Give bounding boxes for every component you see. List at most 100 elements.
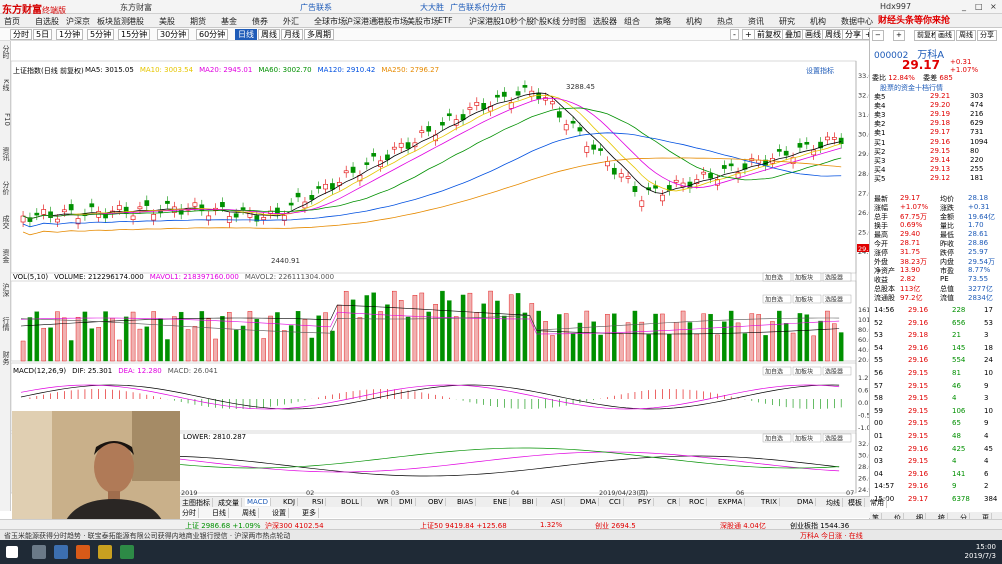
indicator-tab-12[interactable]: ASI: [549, 498, 566, 506]
quote-toolbar-0[interactable]: −: [872, 30, 884, 41]
menu-item-7[interactable]: 基金: [221, 16, 237, 27]
indicator-tab-7[interactable]: DMI: [397, 498, 416, 506]
menu-item-6[interactable]: 期货: [190, 16, 206, 27]
menu-item-13[interactable]: 美股市场: [407, 16, 439, 27]
menu-item-22[interactable]: 机构: [686, 16, 702, 27]
toolbar-right-3[interactable]: 叠加: [782, 29, 804, 40]
menu-item-1[interactable]: 自选股: [35, 16, 59, 27]
left-tab-3[interactable]: 资讯: [0, 147, 11, 161]
menu-item-3[interactable]: 板块监测: [97, 16, 129, 27]
menu-item-12[interactable]: 港股市场: [376, 16, 408, 27]
menu-item-25[interactable]: 研究: [779, 16, 795, 27]
taskbar-clock[interactable]: 15:00 2019/7/3: [965, 543, 996, 561]
left-tab-2[interactable]: F10: [0, 113, 11, 126]
period-tab-9[interactable]: 月线: [281, 29, 303, 40]
indicator-tab-13[interactable]: DMA: [578, 498, 600, 506]
period-tab-3[interactable]: 5分钟: [87, 29, 115, 40]
indicator-tab-18[interactable]: EXPMA: [716, 498, 746, 506]
close-icon[interactable]: ×: [990, 2, 997, 11]
sub-tab-2[interactable]: 周线: [240, 508, 259, 518]
browser-icon[interactable]: [120, 545, 134, 559]
index-item-3[interactable]: 1.32%: [540, 521, 562, 529]
maximize-icon[interactable]: □: [975, 2, 983, 11]
title-menu-2[interactable]: 大大胜: [420, 2, 444, 13]
left-tab-9[interactable]: 财务: [0, 351, 11, 365]
menu-item-8[interactable]: 债券: [252, 16, 268, 27]
period-tab-5[interactable]: 30分钟: [157, 29, 190, 40]
indicator-tab-23[interactable]: 常用: [868, 498, 887, 508]
indicator-settings-link[interactable]: 设置指标: [806, 66, 834, 76]
period-tab-10[interactable]: 多周期: [304, 29, 334, 40]
menu-item-19[interactable]: 选股器: [593, 16, 617, 27]
menu-item-9[interactable]: 外汇: [283, 16, 299, 27]
period-tab-6[interactable]: 60分钟: [196, 29, 229, 40]
menu-item-27[interactable]: 数据中心: [841, 16, 873, 27]
left-tab-8[interactable]: 行情: [0, 317, 11, 331]
menu-item-20[interactable]: 组合: [624, 16, 640, 27]
menu-item-23[interactable]: 热点: [717, 16, 733, 27]
indicator-tab-20[interactable]: DMA: [795, 498, 817, 506]
app-icon[interactable]: [76, 545, 90, 559]
indicator-tab-15[interactable]: PSY: [636, 498, 654, 506]
quote-toolbar-4[interactable]: 周线: [956, 30, 976, 41]
minimize-icon[interactable]: _: [962, 2, 966, 11]
toolbar-right-5[interactable]: 周线: [822, 29, 844, 40]
quote-toolbar-3[interactable]: 画线: [935, 30, 955, 41]
menu-item-4[interactable]: 港股: [128, 16, 144, 27]
period-tab-7[interactable]: 日线: [235, 29, 257, 40]
toolbar-right-0[interactable]: -: [730, 29, 739, 40]
title-menu-1[interactable]: 广告联系: [300, 2, 332, 13]
windows-start-icon[interactable]: [6, 546, 18, 558]
search-icon[interactable]: [32, 545, 46, 559]
menu-item-16[interactable]: 10秒个股: [500, 16, 534, 27]
menu-item-24[interactable]: 资讯: [748, 16, 764, 27]
sub-tab-0[interactable]: 分时: [180, 508, 199, 518]
indicator-tab-10[interactable]: ENE: [491, 498, 511, 506]
title-menu-0[interactable]: 东方财富: [120, 2, 152, 13]
folder-icon[interactable]: [98, 545, 112, 559]
toolbar-right-2[interactable]: 前复权: [754, 29, 784, 40]
sub-tab-4[interactable]: 更多: [300, 508, 319, 518]
indicator-tab-9[interactable]: BIAS: [455, 498, 477, 506]
toolbar-right-4[interactable]: 画线: [802, 29, 824, 40]
left-tab-6[interactable]: 资金: [0, 249, 11, 263]
left-tab-0[interactable]: 分时: [0, 45, 11, 59]
menu-item-21[interactable]: 策略: [655, 16, 671, 27]
quote-toolbar-5[interactable]: 分享: [977, 30, 997, 41]
menu-item-18[interactable]: 分时图: [562, 16, 586, 27]
ad-banner[interactable]: 财经头条等你来抢: [878, 13, 950, 26]
toolbar-right-6[interactable]: 分享: [842, 29, 864, 40]
indicator-tab-2[interactable]: MACD: [245, 498, 271, 506]
menu-item-11[interactable]: 沪深港通: [345, 16, 377, 27]
menu-item-10[interactable]: 全球市场: [314, 16, 346, 27]
title-menu-3[interactable]: 广告联系付分市: [450, 2, 506, 13]
indicator-tab-14[interactable]: CCI: [607, 498, 624, 506]
indicator-tab-8[interactable]: OBV: [426, 498, 446, 506]
left-tab-7[interactable]: 沪深: [0, 283, 11, 297]
title-menu-user[interactable]: Hdx997: [880, 2, 911, 11]
indicator-tab-4[interactable]: RSI: [310, 498, 327, 506]
menu-item-5[interactable]: 美股: [159, 16, 175, 27]
indicator-tab-6[interactable]: WR: [375, 498, 392, 506]
menu-item-2[interactable]: 沪深京: [66, 16, 90, 27]
period-tab-4[interactable]: 15分钟: [118, 29, 151, 40]
indicator-tab-19[interactable]: TRIX: [759, 498, 780, 506]
period-tab-1[interactable]: 5日: [33, 29, 53, 40]
period-tab-2[interactable]: 1分钟: [56, 29, 84, 40]
period-tab-0[interactable]: 分时: [10, 29, 32, 40]
period-tab-8[interactable]: 周线: [258, 29, 280, 40]
left-tab-1[interactable]: K线: [0, 79, 11, 91]
menu-item-0[interactable]: 首页: [4, 16, 20, 27]
menu-item-15[interactable]: 沪深港股: [469, 16, 501, 27]
app-logo[interactable]: 东方财富终端版: [2, 1, 66, 16]
left-tab-4[interactable]: 分价: [0, 181, 11, 195]
indicator-tab-16[interactable]: CR: [665, 498, 680, 506]
sub-tab-3[interactable]: 设置: [270, 508, 289, 518]
sub-tab-1[interactable]: 日线: [210, 508, 229, 518]
menu-item-26[interactable]: 机构: [810, 16, 826, 27]
explorer-icon[interactable]: [54, 545, 68, 559]
indicator-tab-3[interactable]: KDJ: [281, 498, 299, 506]
indicator-tab-5[interactable]: BOLL: [339, 498, 362, 506]
quote-toolbar-1[interactable]: +: [893, 30, 905, 41]
indicator-tab-17[interactable]: ROC: [687, 498, 708, 506]
